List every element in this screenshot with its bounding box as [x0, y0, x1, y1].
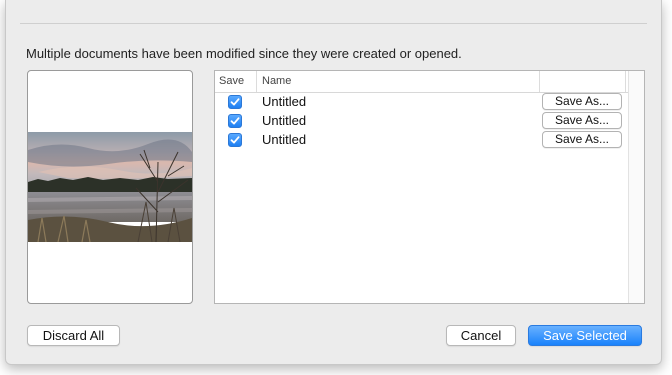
save-as-button[interactable]: Save As... — [542, 131, 622, 148]
scrollbar[interactable] — [628, 71, 644, 303]
document-name: Untitled — [262, 132, 307, 147]
document-name: Untitled — [262, 94, 307, 109]
checkmark-icon — [230, 117, 240, 125]
table-row: Untitled Save As... — [215, 112, 627, 131]
documents-table: Save Name Untitled Save As... Untitled S… — [214, 70, 645, 304]
table-row: Untitled Save As... — [215, 93, 627, 112]
top-separator — [20, 23, 647, 24]
preview-image — [28, 132, 192, 242]
table-header: Save Name — [215, 71, 644, 93]
save-as-button[interactable]: Save As... — [542, 112, 622, 129]
cancel-button[interactable]: Cancel — [446, 325, 516, 346]
document-preview — [27, 70, 193, 304]
save-as-button[interactable]: Save As... — [542, 93, 622, 110]
column-header-save[interactable]: Save — [219, 71, 257, 92]
save-selected-button[interactable]: Save Selected — [528, 325, 642, 346]
discard-all-button[interactable]: Discard All — [27, 325, 120, 346]
save-checkbox[interactable] — [228, 114, 242, 128]
column-header-name[interactable]: Name — [262, 71, 540, 92]
checkmark-icon — [230, 136, 240, 144]
save-checkbox[interactable] — [228, 133, 242, 147]
unsaved-documents-dialog: Multiple documents have been modified si… — [5, 0, 662, 365]
checkmark-icon — [230, 98, 240, 106]
document-name: Untitled — [262, 113, 307, 128]
column-header-action — [540, 71, 626, 92]
table-row: Untitled Save As... — [215, 131, 627, 150]
save-checkbox[interactable] — [228, 95, 242, 109]
dialog-message: Multiple documents have been modified si… — [26, 46, 462, 61]
